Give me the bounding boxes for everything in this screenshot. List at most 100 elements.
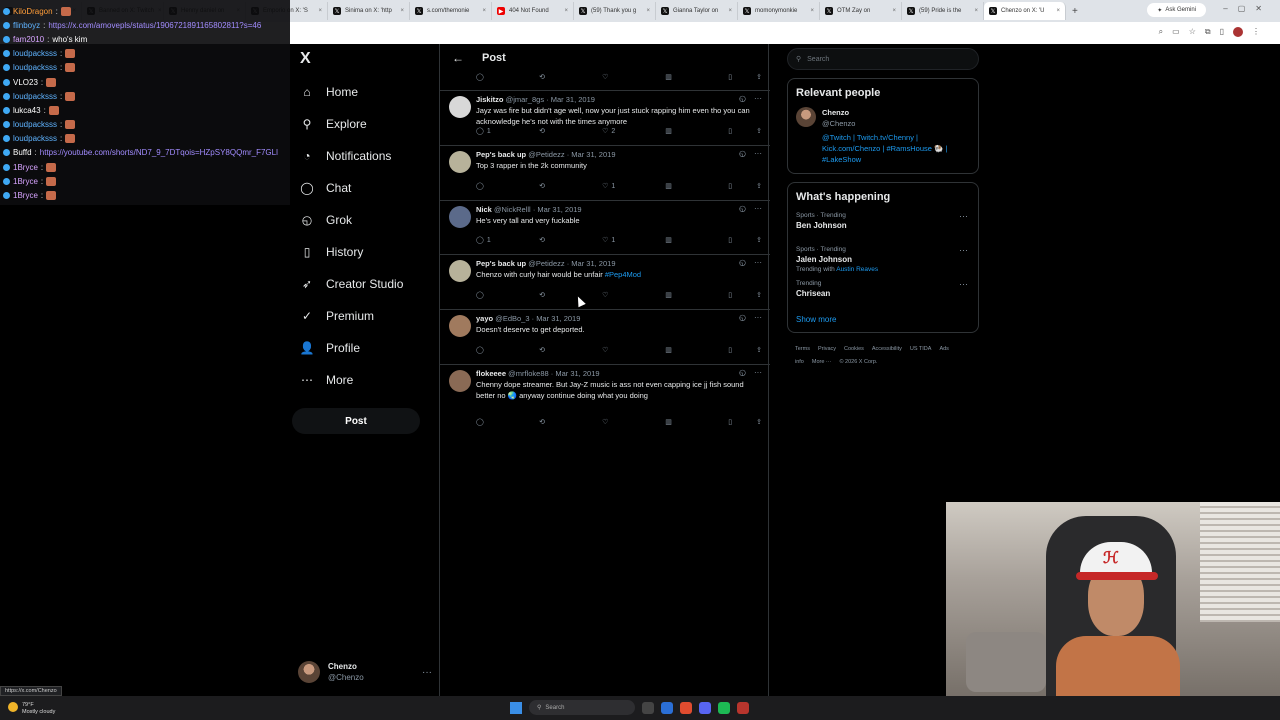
grok-icon[interactable]: ◵ [739,94,746,103]
views-button[interactable]: ▥ [665,418,728,426]
post-date[interactable]: Mar 31, 2019 [536,314,580,323]
post-date[interactable]: Mar 31, 2019 [571,259,615,268]
reply-post[interactable]: Jiskitzo @jmar_8gs · Mar 31, 2019 ◵ ··· Jay… [440,90,770,145]
reply-post[interactable]: yayo @EdBo_3 · Mar 31, 2019 ◵ ··· Doesn't d… [440,309,770,364]
chat-text[interactable]: https://x.com/amovepls/status/1906721891… [48,21,261,30]
sidebar-icon[interactable]: ▯ [1220,27,1224,37]
like-button[interactable]: ♡ [602,418,665,426]
reply-button[interactable]: ◯ 1 [476,236,539,245]
footer-link[interactable]: © 2026 X Corp. [839,359,877,365]
views-button[interactable]: ▥ [665,236,728,244]
windows-start-icon[interactable] [510,701,522,714]
relevant-bio[interactable]: @Twitch | Twitch.tv/Chenny | Kick.com/Ch… [822,132,970,165]
sidebar-item-profile[interactable]: 👤 Profile [298,332,438,364]
avatar[interactable] [449,151,471,173]
window-controls[interactable]: –▢✕ [1223,4,1272,13]
close-tab-icon[interactable]: × [974,8,978,14]
star-icon[interactable]: ☆ [1189,27,1196,37]
sidebar-item-more[interactable]: ⋯ More [298,364,438,396]
repost-button[interactable]: ⟲ [539,291,602,299]
trend-item[interactable]: Sports · Trending Ben Johnson ··· [796,211,970,245]
author-name[interactable]: flokeeee [476,369,506,378]
share-icon[interactable]: ⇪ [756,418,762,426]
browser-tab[interactable]: 𝕏 Sinima on X: 'http × [328,2,410,20]
share-icon[interactable]: ⇪ [756,127,762,135]
more-dots-icon[interactable]: ··· [754,204,762,213]
reply-button[interactable]: ◯ [476,291,539,299]
trend-topic[interactable]: Chrisean [796,289,970,299]
obs-icon[interactable] [737,701,749,714]
new-tab-icon[interactable]: + [1072,6,1078,17]
bookmark-icon[interactable]: ▯ [728,418,732,426]
sidebar-item-notifications[interactable]: ◔ Notifications [298,140,438,172]
reply-button[interactable]: ◯ [476,346,539,354]
repost-button[interactable]: ⟲ [539,182,602,190]
grok-icon[interactable]: ◵ [739,368,746,377]
zoom-icon[interactable]: ⌕ [1159,27,1163,37]
sidebar-item-home[interactable]: ⌂ Home [298,76,438,108]
bookmark-icon[interactable]: ▯ [728,73,732,81]
post-date[interactable]: Mar 31, 2019 [551,95,595,104]
close-tab-icon[interactable]: × [892,8,896,14]
grok-icon[interactable]: ◵ [739,313,746,322]
browser-tab[interactable]: 𝕏 Chenzo on X: 'U × [984,2,1066,20]
browser-tab[interactable]: 𝕏 (59) Pride is the × [902,2,984,20]
footer-link[interactable]: US TIDA [910,346,932,352]
browser-tab[interactable]: 𝕏 Gianna Taylor on × [656,2,738,20]
discord-icon[interactable] [699,701,711,714]
sidebar-item-chat[interactable]: ◯ Chat [298,172,438,204]
views-button[interactable]: ▥ [665,127,728,135]
reply-button[interactable]: ◯ [476,73,539,81]
close-tab-icon[interactable]: × [482,8,486,14]
avatar[interactable] [449,96,471,118]
views-button[interactable]: ▥ [665,182,728,190]
share-icon[interactable]: ⇪ [756,291,762,299]
weather-widget[interactable]: 79°F Mostly cloudy [8,702,55,716]
share-icon[interactable]: ⇪ [756,182,762,190]
post-button[interactable]: Post [292,408,420,434]
search-input[interactable]: ⚲ Search [787,48,979,70]
browser-tab[interactable]: 𝕏s.com/themonie × [410,2,492,20]
footer-link[interactable]: Cookies [844,346,864,352]
repost-button[interactable]: ⟲ [539,73,602,81]
repost-button[interactable]: ⟲ [539,127,602,135]
more-dots-icon[interactable]: ··· [754,149,762,158]
post-date[interactable]: Mar 31, 2019 [537,205,581,214]
share-icon[interactable]: ⇪ [756,346,762,354]
more-dots-icon[interactable]: ··· [754,94,762,103]
post-date[interactable]: Mar 31, 2019 [571,150,615,159]
grok-icon[interactable]: ◵ [739,149,746,158]
close-tab-icon[interactable]: × [728,8,732,14]
avatar[interactable] [796,107,816,127]
trend-link[interactable]: Austin Reaves [836,266,878,273]
browser-tab[interactable]: ▶ 404 Not Found × [492,2,574,20]
close-tab-icon[interactable]: × [810,8,814,14]
avatar[interactable] [449,370,471,392]
footer-link[interactable]: Privacy [818,346,836,352]
grok-icon[interactable]: ◵ [739,258,746,267]
more-dots-icon[interactable]: ··· [959,279,968,289]
share-icon[interactable]: ⇪ [756,73,762,81]
sidebar-item-history[interactable]: ▯ History [298,236,438,268]
avatar[interactable] [449,315,471,337]
more-dots-icon[interactable]: ··· [754,313,762,322]
repost-button[interactable]: ⟲ [539,236,602,244]
x-logo[interactable]: X [300,50,311,68]
reply-button[interactable]: ◯ [476,418,539,426]
account-switcher[interactable]: Chenzo @Chenzo ··· [298,658,432,686]
post-date[interactable]: Mar 31, 2019 [555,369,599,378]
close-tab-icon[interactable]: × [564,8,568,14]
like-button[interactable]: ♡ 2 [602,127,665,136]
browser-tab[interactable]: 𝕏 OTM Zay on × [820,2,902,20]
like-button[interactable]: ♡ [602,346,665,354]
browser-tab[interactable]: 𝕏momonymonkie × [738,2,820,20]
close-tab-icon[interactable]: × [400,8,404,14]
ask-gemini-button[interactable]: ✦ Ask Gemini [1147,3,1206,17]
relevant-person[interactable]: Chenzo @Chenzo @Twitch | Twitch.tv/Chenn… [796,107,970,165]
bookmark-icon[interactable]: ▯ [728,236,732,244]
trend-item[interactable]: Trending Chrisean ··· [796,279,970,313]
trend-item[interactable]: Sports · Trending Jalen Johnson Trending w… [796,245,970,279]
sidebar-item-grok[interactable]: ◵ Grok [298,204,438,236]
bookmark-icon[interactable]: ▯ [728,291,732,299]
reply-button[interactable]: ◯ 1 [476,127,539,136]
